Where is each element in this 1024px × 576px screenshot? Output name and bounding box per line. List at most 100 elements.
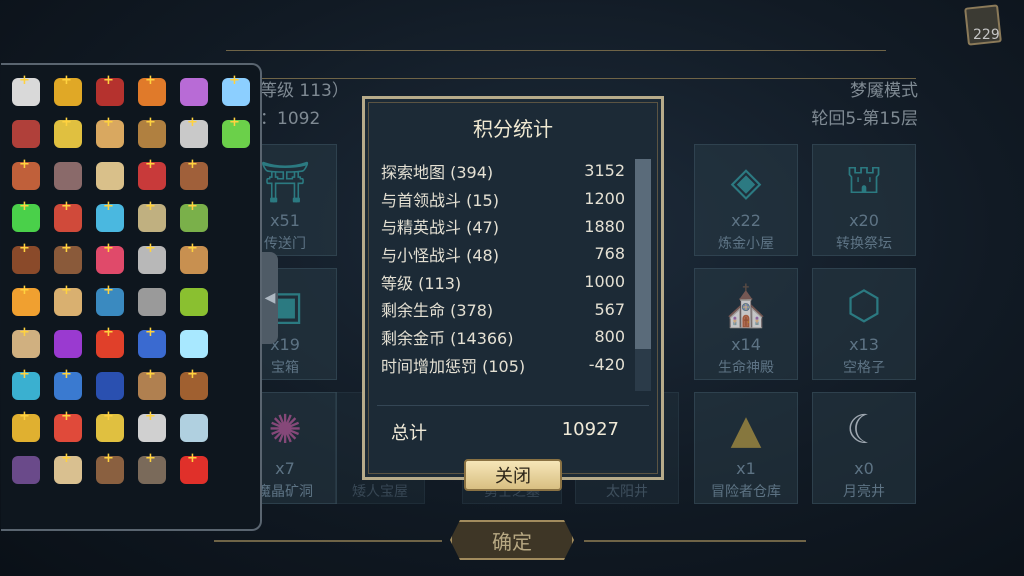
- inventory-slot[interactable]: +: [173, 155, 215, 197]
- inventory-slot[interactable]: +: [89, 449, 131, 491]
- inventory-slot: [215, 407, 257, 449]
- upgrade-plus-icon: +: [103, 73, 114, 88]
- inventory-slot[interactable]: +: [89, 113, 131, 155]
- inventory-slot[interactable]: +: [47, 71, 89, 113]
- score-row: 剩余生命 (378) 567: [381, 299, 625, 321]
- inventory-slot[interactable]: +: [47, 239, 89, 281]
- inventory-slot[interactable]: +: [47, 281, 89, 323]
- inventory-slot[interactable]: [5, 449, 47, 491]
- upgrade-plus-icon: +: [145, 451, 156, 466]
- total-value: 10927: [561, 419, 619, 440]
- upgrade-plus-icon: +: [19, 409, 30, 424]
- score-list[interactable]: 探索地图 (394) 3152 与首领战斗 (15) 1200 与精英战斗 (47)…: [381, 157, 625, 389]
- inventory-slot[interactable]: +: [89, 407, 131, 449]
- inventory-slot[interactable]: +: [89, 281, 131, 323]
- inventory-slot[interactable]: +: [47, 449, 89, 491]
- upgrade-plus-icon: +: [103, 409, 114, 424]
- inventory-slot[interactable]: [173, 71, 215, 113]
- round-floor: 轮回5-第15层: [811, 109, 918, 129]
- inventory-slot[interactable]: +: [47, 365, 89, 407]
- inventory-slot: [215, 281, 257, 323]
- inventory-slot[interactable]: +: [131, 239, 173, 281]
- inventory-slot[interactable]: +: [47, 197, 89, 239]
- empty-slot-card: ⬡ x13 空格子: [812, 268, 916, 380]
- inventory-slot[interactable]: +: [131, 365, 173, 407]
- inventory-slot[interactable]: [89, 155, 131, 197]
- diamond-icon: [180, 330, 208, 358]
- question-card-icon: [96, 372, 124, 400]
- inventory-slot[interactable]: +: [5, 197, 47, 239]
- upgrade-plus-icon: +: [61, 367, 72, 382]
- inventory-slot[interactable]: +: [5, 407, 47, 449]
- inventory-slot[interactable]: +: [215, 113, 257, 155]
- inventory-slot: [215, 155, 257, 197]
- close-button[interactable]: 关闭: [464, 459, 562, 491]
- upgrade-plus-icon: +: [19, 367, 30, 382]
- inventory-slot: [215, 197, 257, 239]
- upgrade-plus-icon: +: [19, 157, 30, 172]
- inventory-slot[interactable]: +: [5, 155, 47, 197]
- score-row: 与首领战斗 (15) 1200: [381, 189, 625, 210]
- meat-icon: [12, 120, 40, 148]
- planet-icon: [180, 78, 208, 106]
- score-row: 与小怪战斗 (48) 768: [381, 244, 625, 265]
- inventory-slot[interactable]: +: [131, 323, 173, 365]
- inventory-slot[interactable]: [173, 281, 215, 323]
- inventory-slot[interactable]: +: [173, 197, 215, 239]
- inventory-slot[interactable]: [89, 365, 131, 407]
- upgrade-plus-icon: +: [187, 367, 198, 382]
- upgrade-plus-icon: +: [187, 115, 198, 130]
- upgrade-plus-icon: +: [61, 241, 72, 256]
- inventory-slot[interactable]: +: [173, 113, 215, 155]
- upgrade-plus-icon: +: [145, 199, 156, 214]
- inventory-slot[interactable]: [173, 407, 215, 449]
- inventory-slot[interactable]: +: [131, 197, 173, 239]
- total-label: 总计: [391, 423, 427, 444]
- confirm-button[interactable]: 确定: [450, 520, 574, 560]
- upgrade-plus-icon: +: [103, 199, 114, 214]
- inventory-slot[interactable]: +: [47, 113, 89, 155]
- moon-well-icon: ☾: [846, 407, 882, 453]
- score-row: 与精英战斗 (47) 1880: [381, 216, 625, 238]
- collapse-inventory-button[interactable]: ◀: [262, 252, 278, 344]
- temple-icon: ⛪: [721, 283, 771, 330]
- inventory-slot[interactable]: +: [5, 239, 47, 281]
- inventory-slot[interactable]: [47, 155, 89, 197]
- total-divider: [377, 405, 649, 406]
- inventory-slot[interactable]: +: [5, 365, 47, 407]
- inventory-slot[interactable]: +: [131, 71, 173, 113]
- inventory-slot[interactable]: [173, 323, 215, 365]
- warehouse-icon: ▲: [730, 407, 762, 453]
- altar-icon: ⛫: [845, 156, 883, 203]
- scrollbar-thumb[interactable]: [635, 159, 651, 349]
- inventory-slot[interactable]: +: [5, 281, 47, 323]
- inventory-slot[interactable]: +: [89, 71, 131, 113]
- inventory-slot[interactable]: +: [173, 365, 215, 407]
- upgrade-plus-icon: +: [19, 283, 30, 298]
- map-scroll-icon: [96, 162, 124, 190]
- inventory-slot[interactable]: +: [131, 113, 173, 155]
- upgrade-plus-icon: +: [61, 115, 72, 130]
- inventory-slot[interactable]: +: [89, 323, 131, 365]
- inventory-slot[interactable]: +: [5, 323, 47, 365]
- inventory-slot[interactable]: +: [5, 71, 47, 113]
- inventory-slot[interactable]: +: [89, 239, 131, 281]
- berries-icon: [54, 330, 82, 358]
- dialog-title: 积分统计: [473, 117, 553, 141]
- inventory-slot: [215, 365, 257, 407]
- inventory-slot[interactable]: +: [131, 449, 173, 491]
- inventory-slot[interactable]: +: [89, 197, 131, 239]
- inventory-slot[interactable]: +: [173, 239, 215, 281]
- inventory-slot[interactable]: +: [215, 71, 257, 113]
- empty-hex-icon: ⬡: [846, 283, 882, 329]
- inventory-slot[interactable]: [5, 113, 47, 155]
- inventory-slot[interactable]: [47, 323, 89, 365]
- upgrade-plus-icon: +: [145, 367, 156, 382]
- inventory-slot[interactable]: +: [47, 407, 89, 449]
- upgrade-plus-icon: +: [145, 157, 156, 172]
- inventory-slot[interactable]: +: [131, 407, 173, 449]
- inventory-slot[interactable]: [131, 281, 173, 323]
- inventory-slot[interactable]: +: [131, 155, 173, 197]
- upgrade-plus-icon: +: [61, 199, 72, 214]
- inventory-slot[interactable]: +: [173, 449, 215, 491]
